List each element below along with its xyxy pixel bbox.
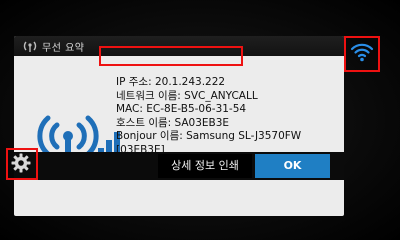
bonjour-name-line: Bonjour 이름: Samsung SL-J3570FW	[116, 130, 302, 142]
print-details-button[interactable]: 상세 정보 인쇄	[158, 154, 252, 178]
network-name-line: 네트워크 이름: SVC_ANYCALL	[116, 89, 258, 102]
ok-button[interactable]: OK	[255, 154, 330, 178]
hostname-line: 호스트 이름: SA03EB3E	[116, 116, 230, 129]
wifi-status-highlight-box	[344, 36, 380, 72]
ip-address-line: IP 주소: 20.1.243.222	[116, 76, 226, 88]
mac-address-line: MAC: EC-8E-B5-06-31-54	[116, 103, 247, 115]
ip-address-highlight-box	[99, 46, 243, 66]
page-title: 무선 요약	[42, 43, 85, 54]
wifi-antenna-icon	[23, 41, 37, 52]
settings-highlight-box	[6, 148, 38, 180]
network-details: IP 주소: 20.1.243.222 네트워크 이름: SVC_ANYCALL…	[116, 76, 301, 157]
